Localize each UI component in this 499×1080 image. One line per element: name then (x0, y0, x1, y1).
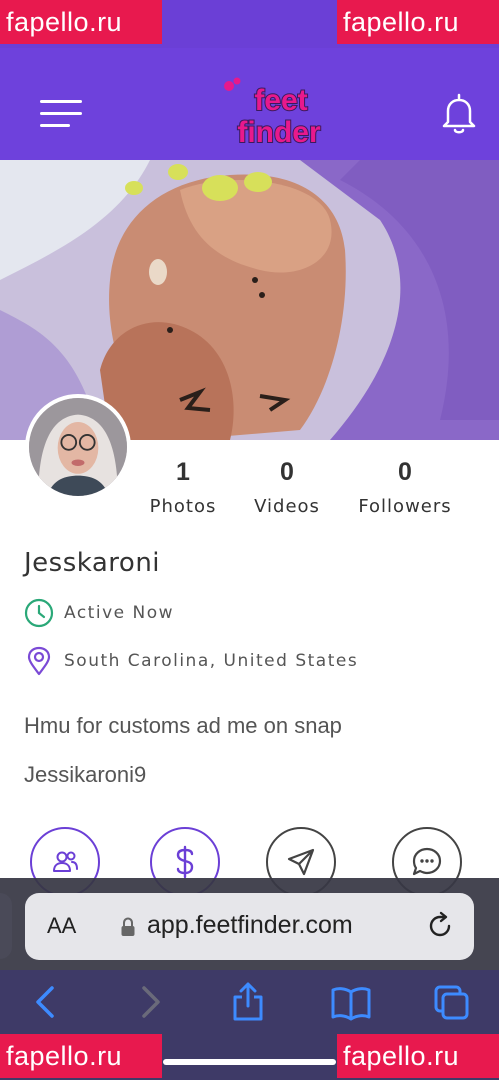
watermark-top-left: fapello.ru (0, 0, 162, 44)
home-indicator[interactable] (163, 1059, 336, 1065)
reader-aa-button[interactable]: AA (47, 913, 76, 939)
bookmarks-icon[interactable] (330, 984, 372, 1024)
share-icon[interactable] (230, 982, 266, 1022)
previous-tab-edge[interactable] (0, 893, 12, 959)
followers-count: 0 (398, 458, 412, 486)
active-status: Active Now (24, 598, 174, 628)
watermark-top-right: fapello.ru (337, 0, 499, 44)
followers-label: Followers (358, 496, 452, 517)
bio-text: Hmu for customs ad me on snap (24, 713, 342, 738)
send-icon (287, 848, 315, 876)
reload-icon[interactable] (425, 911, 455, 941)
logo-text-finder: finder (237, 116, 321, 149)
lock-icon (121, 917, 135, 936)
hamburger-icon[interactable] (40, 100, 82, 130)
photos-label: Photos (149, 496, 217, 517)
feetfinder-logo[interactable]: feet finder (219, 76, 339, 152)
watermark-bottom-right: fapello.ru (337, 1034, 499, 1078)
users-icon (53, 851, 78, 872)
stat-photos[interactable]: 1 Photos (143, 458, 223, 517)
location: South Carolina, United States (24, 646, 358, 676)
location-text: South Carolina, United States (64, 651, 359, 671)
chat-icon (412, 847, 442, 876)
location-pin-icon (27, 646, 51, 676)
clock-icon (24, 598, 54, 628)
bell-icon[interactable] (440, 92, 478, 136)
app-header: feet finder (0, 48, 499, 160)
stat-followers[interactable]: 0 Followers (350, 458, 460, 517)
url-text[interactable]: app.feetfinder.com (147, 911, 353, 940)
videos-label: Videos (254, 496, 320, 517)
profile-username: Jesskaroni (24, 548, 161, 578)
address-bar[interactable]: AA app.feetfinder.com (25, 893, 474, 960)
back-icon[interactable] (28, 982, 64, 1022)
tabs-icon[interactable] (433, 984, 469, 1024)
photos-count: 1 (176, 458, 190, 486)
watermark-bottom-left: fapello.ru (0, 1034, 162, 1078)
videos-count: 0 (280, 458, 294, 486)
dollar-icon (176, 845, 194, 879)
stat-videos[interactable]: 0 Videos (247, 458, 327, 517)
forward-icon[interactable] (132, 982, 168, 1022)
active-status-text: Active Now (64, 603, 175, 623)
logo-text-feet: feet (254, 84, 307, 117)
avatar[interactable] (25, 394, 131, 500)
bio-snap-handle: Jessikaroni9 (24, 762, 147, 787)
